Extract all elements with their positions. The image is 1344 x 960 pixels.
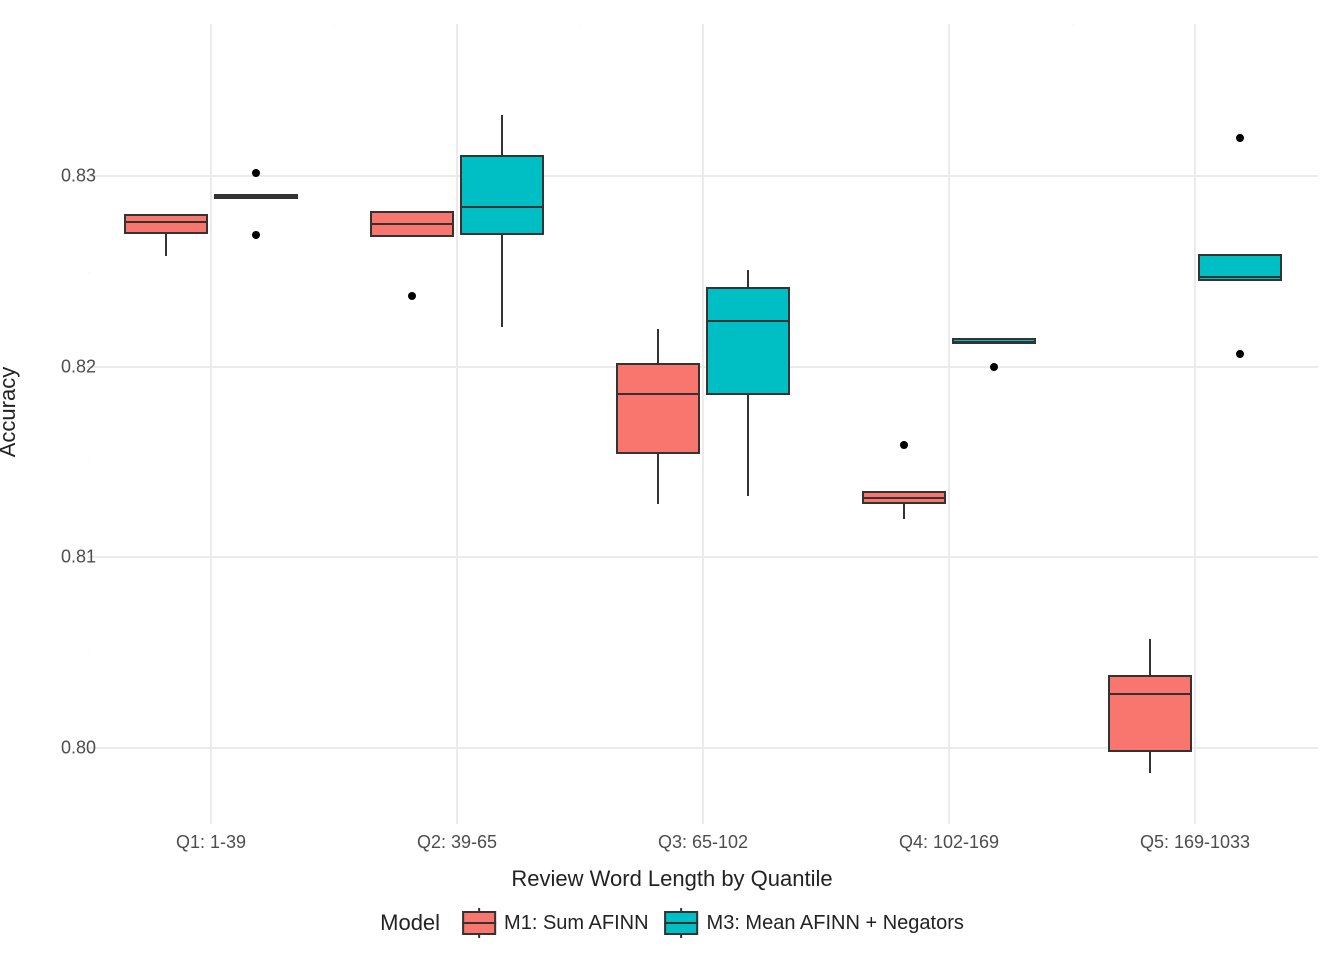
grid-line-x-minor	[334, 24, 335, 25]
x-tick-label: Q1: 1-39	[176, 832, 246, 853]
x-tick-label: Q3: 65-102	[658, 832, 748, 853]
median-line	[616, 393, 700, 395]
grid-line-x-minor	[580, 24, 581, 25]
outlier-point	[1236, 134, 1244, 142]
box	[1108, 675, 1192, 751]
legend: Model M1: Sum AFINN M3: Mean AFINN + Neg…	[380, 910, 964, 936]
x-axis-title: Review Word Length by Quantile	[511, 866, 832, 892]
whisker	[657, 454, 659, 504]
whisker	[501, 235, 503, 326]
outlier-point	[252, 169, 260, 177]
median-line	[214, 194, 298, 196]
box	[124, 214, 208, 233]
y-axis-title: Accuracy	[0, 367, 21, 457]
grid-line-x	[1194, 24, 1196, 824]
outlier-point	[408, 292, 416, 300]
boxplot-chart: Accuracy Review Word Length by Quantile …	[0, 0, 1344, 960]
grid-line-x-minor	[1072, 24, 1073, 25]
grid-line-x-minor	[826, 24, 827, 25]
outlier-point	[900, 441, 908, 449]
legend-label-m3: M3: Mean AFINN + Negators	[707, 912, 964, 935]
median-line	[124, 221, 208, 223]
box	[616, 363, 700, 454]
grid-line-y-minor	[88, 653, 89, 654]
outlier-point	[990, 363, 998, 371]
whisker	[903, 504, 905, 519]
outlier-point	[252, 231, 260, 239]
y-tick-label: 0.81	[16, 547, 96, 568]
median-line	[952, 341, 1036, 343]
box	[460, 155, 544, 235]
grid-line-x	[948, 24, 950, 824]
y-tick-label: 0.83	[16, 166, 96, 187]
legend-title: Model	[380, 910, 440, 936]
legend-key-m1	[462, 911, 496, 935]
whisker	[165, 234, 167, 257]
x-tick-label: Q5: 169-1033	[1140, 832, 1250, 853]
outlier-point	[1236, 350, 1244, 358]
median-line	[460, 206, 544, 208]
whisker	[1149, 752, 1151, 773]
median-line	[1198, 276, 1282, 278]
median-line	[370, 223, 454, 225]
grid-line-y-minor	[88, 462, 89, 463]
plot-panel	[88, 24, 1318, 824]
x-tick-label: Q2: 39-65	[417, 832, 497, 853]
y-tick-label: 0.80	[16, 737, 96, 758]
grid-line-x	[702, 24, 704, 824]
median-line	[862, 497, 946, 499]
median-line	[706, 320, 790, 322]
grid-line-x	[456, 24, 458, 824]
grid-line-y-minor	[88, 272, 89, 273]
whisker	[657, 329, 659, 363]
whisker	[501, 115, 503, 155]
grid-line-x	[210, 24, 212, 824]
median-line	[1108, 693, 1192, 695]
legend-item-m3: M3: Mean AFINN + Negators	[665, 911, 964, 935]
whisker	[747, 395, 749, 496]
y-tick-label: 0.82	[16, 356, 96, 377]
x-tick-label: Q4: 102-169	[899, 832, 999, 853]
legend-key-m3	[665, 911, 699, 935]
whisker	[747, 270, 749, 287]
whisker	[1149, 639, 1151, 675]
box	[706, 287, 790, 396]
legend-item-m1: M1: Sum AFINN	[462, 911, 648, 935]
legend-label-m1: M1: Sum AFINN	[504, 912, 648, 935]
